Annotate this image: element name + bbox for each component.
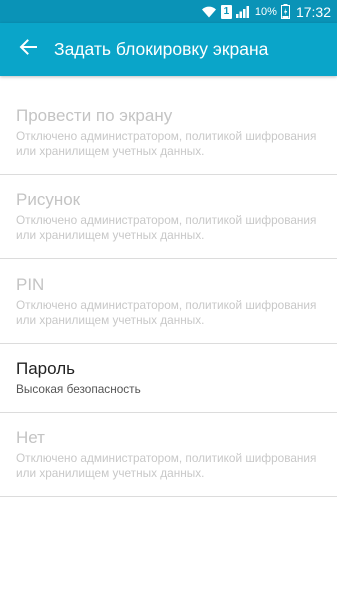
option-subtitle: Отключено администратором, политикой шиф… [16, 128, 317, 158]
battery-icon [280, 4, 290, 19]
option-subtitle: Отключено администратором, политикой шиф… [16, 213, 317, 243]
option-password[interactable]: Пароль Высокая безопасность [0, 344, 337, 413]
wifi-icon [201, 5, 217, 18]
arrow-back-icon [19, 39, 37, 60]
option-swipe[interactable]: Провести по экрану Отключено администрат… [0, 90, 337, 175]
option-pattern[interactable]: Рисунок Отключено администратором, полит… [0, 175, 337, 259]
status-clock: 17:32 [295, 3, 331, 20]
page-title: Задать блокировку экрана [54, 39, 269, 59]
option-title: PIN [16, 274, 45, 294]
battery-percent: 10% [254, 5, 277, 18]
lock-options-list: Провести по экрану Отключено администрат… [0, 90, 337, 497]
back-button[interactable] [14, 36, 42, 64]
option-pin[interactable]: PIN Отключено администратором, политикой… [0, 259, 337, 344]
option-subtitle: Отключено администратором, политикой шиф… [16, 297, 317, 327]
option-title: Провести по экрану [16, 105, 173, 125]
signal-icon [235, 5, 251, 18]
status-bar: 1 10% 17:32 [0, 0, 337, 23]
option-none[interactable]: Нет Отключено администратором, политикой… [0, 413, 337, 497]
option-title: Пароль [16, 359, 75, 378]
app-bar: Задать блокировку экрана [0, 23, 337, 76]
option-subtitle: Отключено администратором, политикой шиф… [16, 451, 317, 481]
option-title: Нет [16, 428, 45, 448]
option-subtitle: Высокая безопасность [16, 382, 141, 396]
option-title: Рисунок [16, 190, 81, 210]
sim-icon: 1 [220, 4, 232, 19]
